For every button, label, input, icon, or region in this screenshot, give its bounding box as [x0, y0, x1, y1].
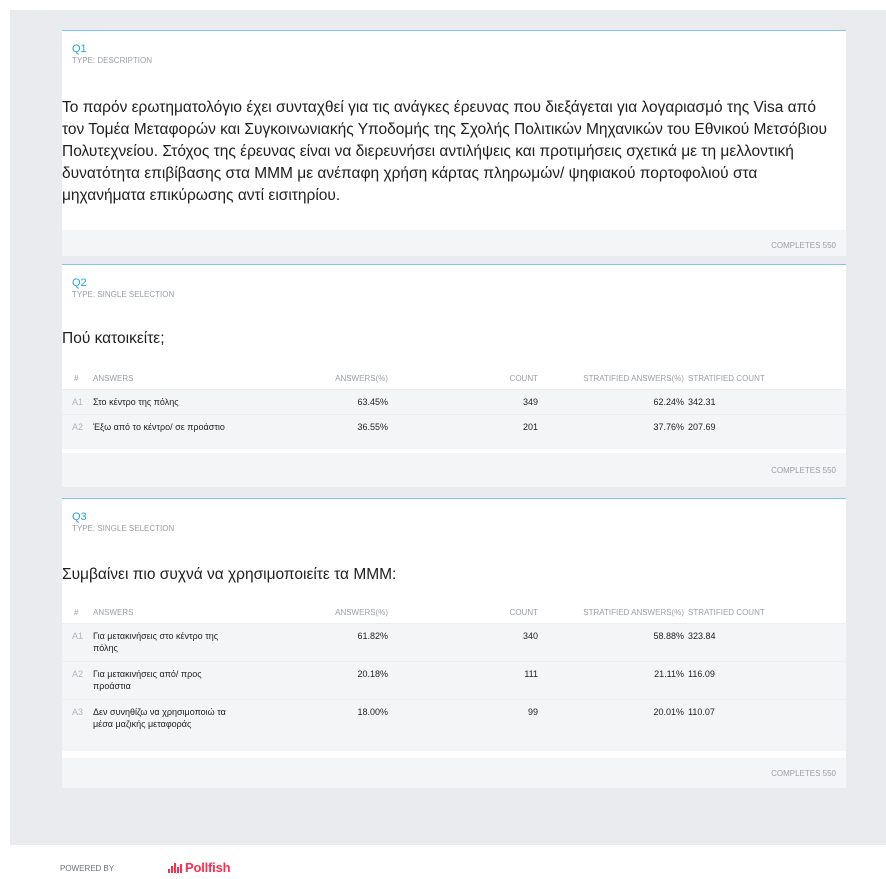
answer-index: A1 [72, 630, 84, 641]
question-card-q1: Q1 TYPE: DESCRIPTION Το παρόν ερωτηματολ… [62, 30, 846, 256]
question-text: Συμβαίνει πιο συχνά να χρησιμοποιείτε τα… [62, 566, 397, 583]
answer-index: A2 [72, 421, 84, 432]
card-footer: COMPLETES 550 [62, 453, 846, 487]
answer-percent: 61.82% [357, 630, 388, 641]
powered-by-label: POWERED BY [60, 864, 115, 873]
stratified-count: 342.31 [688, 396, 716, 407]
question-number: Q1 [72, 43, 87, 55]
answer-index: A1 [72, 396, 84, 407]
card-footer: COMPLETES 550 [62, 758, 846, 788]
table-row: A1 Για μετακινήσεις στο κέντρο της πόλης… [62, 623, 846, 661]
answer-text: Έξω από το κέντρο/ σε προάστιο [93, 421, 225, 432]
answer-count: 111 [524, 668, 538, 679]
answer-text: Για μετακινήσεις στο κέντρο της πόλης [93, 630, 219, 653]
col-header-answers: ANSWERS [93, 607, 134, 617]
question-number: Q2 [72, 277, 87, 289]
table-row: A1 Στο κέντρο της πόλης 63.45% 349 62.24… [62, 389, 846, 414]
answer-index: A3 [72, 706, 84, 717]
report-page: Q1 TYPE: DESCRIPTION Το παρόν ερωτηματολ… [0, 0, 886, 879]
col-header-index: # [74, 607, 79, 617]
report-footer: POWERED BY Pollfish [10, 845, 886, 879]
answer-text: Δεν συνηθίζω να χρησιμοποιώ τα μέσα μαζι… [93, 706, 226, 729]
stratified-count: 323.84 [688, 630, 716, 641]
pollfish-logo-icon [168, 862, 182, 873]
col-header-answers: ANSWERS [93, 373, 134, 383]
question-description: Το παρόν ερωτηματολόγιο έχει συνταχθεί γ… [62, 99, 827, 204]
answer-percent: 63.45% [357, 396, 388, 407]
col-header-stratified-pct: STRATIFIED ANSWERS(%) [583, 607, 684, 617]
table-row: A2 Για μετακινήσεις από/ προς προάστια 2… [62, 661, 846, 699]
col-header-count: COUNT [509, 607, 538, 617]
answer-count: 201 [522, 421, 538, 432]
question-type: TYPE: SINGLE SELECTION [72, 524, 175, 533]
pollfish-brand-name: Pollfish [185, 860, 231, 875]
pollfish-logo: Pollfish [168, 860, 231, 875]
stratified-percent: 37.76% [653, 421, 684, 432]
answer-count: 349 [522, 396, 538, 407]
stratified-percent: 20.01% [653, 706, 684, 717]
completes-count: COMPLETES 550 [771, 769, 836, 778]
answer-percent: 36.55% [357, 421, 388, 432]
answer-text: Στο κέντρο της πόλης [93, 396, 179, 407]
stratified-count: 110.07 [688, 706, 715, 717]
col-header-answers-pct: ANSWERS(%) [335, 607, 388, 617]
answers-table: # ANSWERS ANSWERS(%) COUNT STRATIFIED AN… [62, 369, 846, 449]
stratified-percent: 21.11% [654, 668, 684, 679]
answers-table: # ANSWERS ANSWERS(%) COUNT STRATIFIED AN… [62, 603, 846, 751]
table-header-row: # ANSWERS ANSWERS(%) COUNT STRATIFIED AN… [62, 369, 846, 389]
answer-index: A2 [72, 668, 84, 679]
stratified-percent: 58.88% [653, 630, 684, 641]
completes-count: COMPLETES 550 [771, 466, 836, 475]
question-text: Πού κατοικείτε; [62, 330, 165, 347]
answer-percent: 18.00% [357, 706, 388, 717]
stratified-percent: 62.24% [653, 396, 684, 407]
answer-count: 99 [527, 706, 538, 717]
table-row: A2 Έξω από το κέντρο/ σε προάστιο 36.55%… [62, 414, 846, 449]
card-footer: COMPLETES 550 [62, 230, 846, 256]
table-row: A3 Δεν συνηθίζω να χρησιμοποιώ τα μέσα μ… [62, 699, 846, 751]
completes-count: COMPLETES 550 [771, 241, 836, 250]
col-header-stratified-count: STRATIFIED COUNT [688, 373, 765, 383]
question-card-q2: Q2 TYPE: SINGLE SELECTION Πού κατοικείτε… [62, 264, 846, 487]
stratified-count: 207.69 [688, 421, 716, 432]
answer-count: 340 [522, 630, 538, 641]
col-header-count: COUNT [509, 373, 538, 383]
answer-text: Για μετακινήσεις από/ προς προάστια [93, 668, 202, 691]
stratified-count: 116.09 [688, 668, 715, 679]
table-header-row: # ANSWERS ANSWERS(%) COUNT STRATIFIED AN… [62, 603, 846, 623]
question-card-q3: Q3 TYPE: SINGLE SELECTION Συμβαίνει πιο … [62, 498, 846, 788]
question-type: TYPE: SINGLE SELECTION [72, 290, 175, 299]
question-type: TYPE: DESCRIPTION [72, 56, 153, 65]
col-header-index: # [74, 373, 79, 383]
col-header-answers-pct: ANSWERS(%) [335, 373, 388, 383]
col-header-stratified-count: STRATIFIED COUNT [688, 607, 765, 617]
answer-percent: 20.18% [357, 668, 388, 679]
question-number: Q3 [72, 511, 87, 523]
col-header-stratified-pct: STRATIFIED ANSWERS(%) [583, 373, 684, 383]
